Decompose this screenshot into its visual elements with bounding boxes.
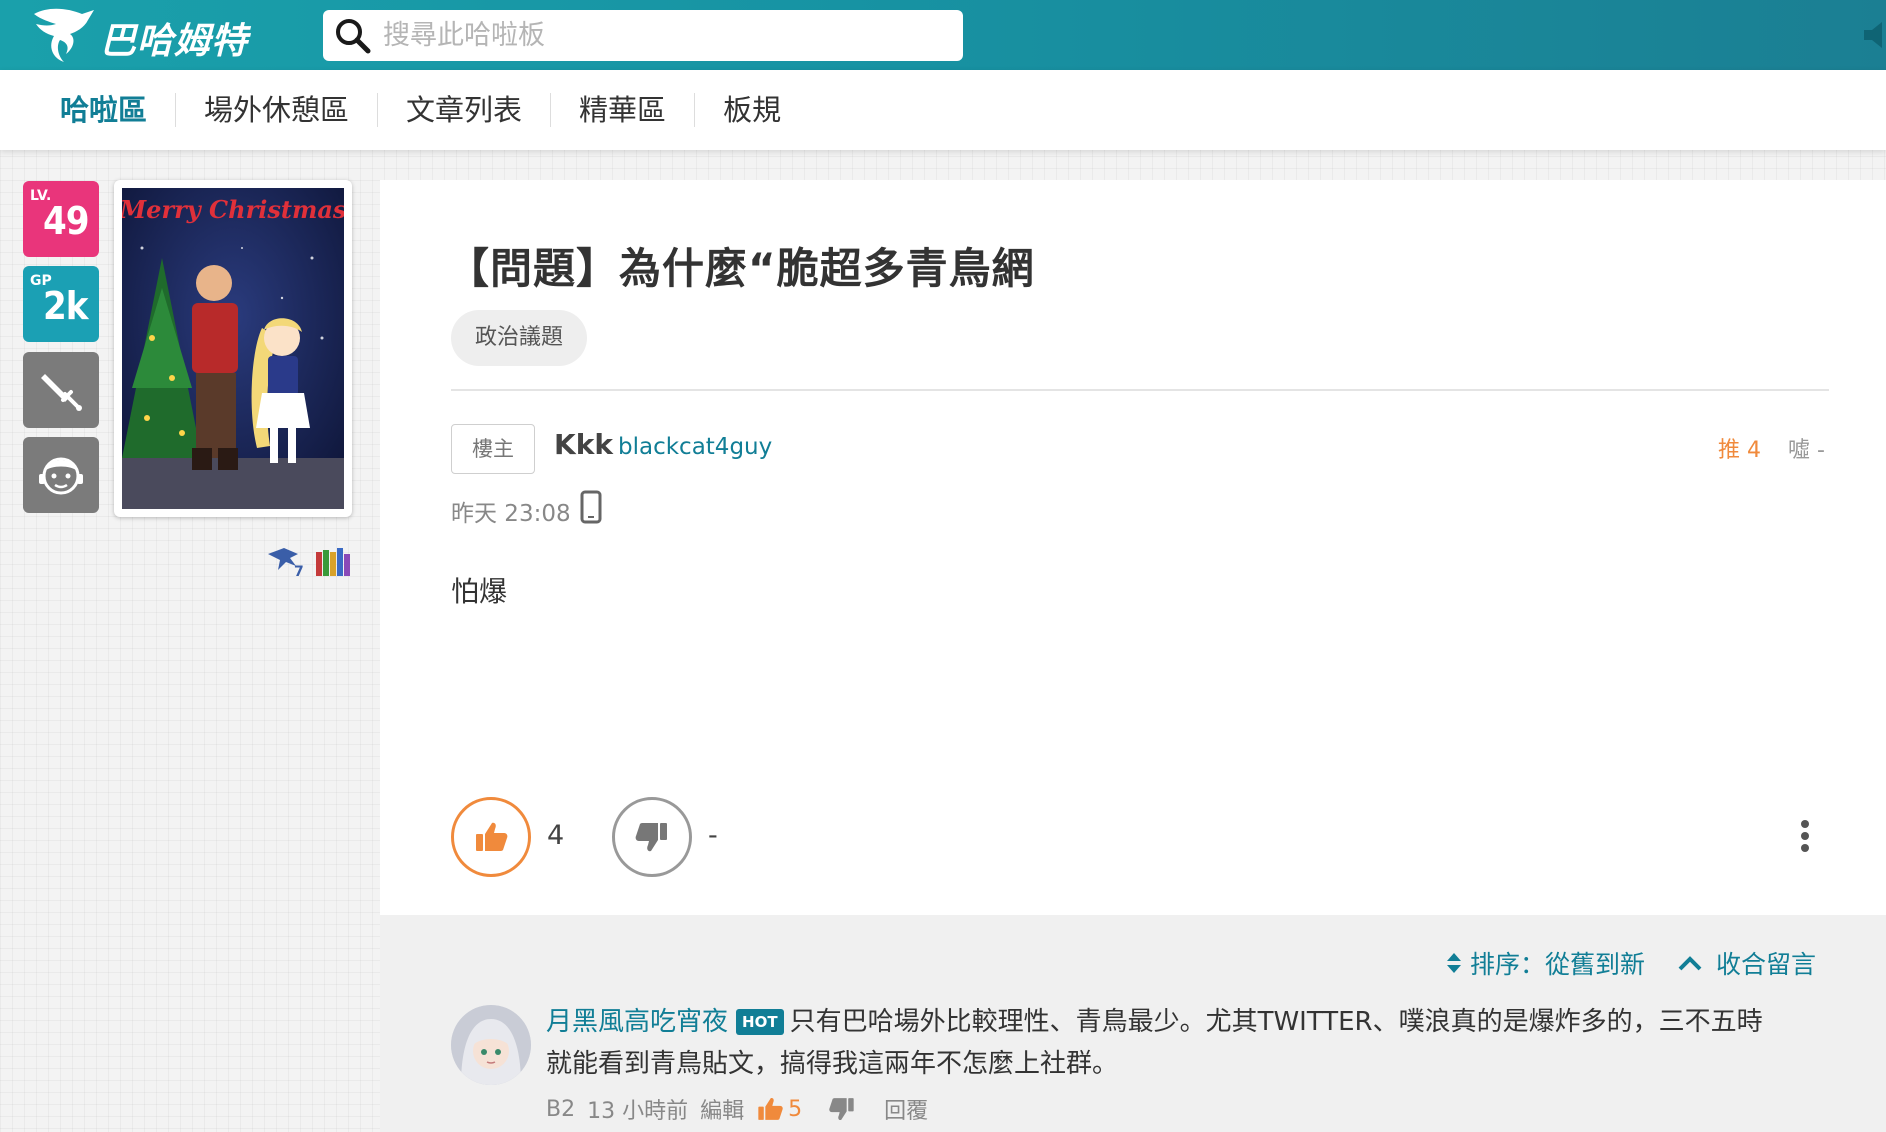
hot-badge: HOT <box>736 1009 784 1035</box>
christmas-avatar-image: Merry Christmas <box>122 188 344 509</box>
mobile-device-icon <box>580 490 602 524</box>
board-nav: 哈啦區 場外休憩區 文章列表 精華區 板規 <box>0 70 1886 150</box>
author-name[interactable]: Kkk <box>554 428 613 461</box>
gp-value: 2k <box>43 284 89 328</box>
search-bar[interactable] <box>323 10 963 61</box>
floor-owner-badge: 樓主 <box>451 424 535 474</box>
nav-tab-featured[interactable]: 精華區 <box>551 93 696 127</box>
post-time: 昨天 23:08 <box>451 501 571 527</box>
post-body: 怕爆 <box>451 575 508 608</box>
sort-toggle[interactable]: 排序：從舊到新 <box>1446 945 1645 981</box>
bp-count: - <box>708 820 718 851</box>
level-value: 49 <box>43 199 90 243</box>
comment-section: 排序：從舊到新 收合留言 月黑風高吃宵夜 HOT 只有巴哈場外比較理性、青鳥最少。尤… <box>380 915 1886 1132</box>
comment-content: 月黑風高吃宵夜 HOT 只有巴哈場外比較理性、青鳥最少。尤其TWITTER、噗浪真的… <box>546 1001 1786 1085</box>
logo-text: 巴哈姆特 <box>100 21 249 62</box>
comment-avatar[interactable] <box>451 1005 531 1085</box>
gp-button[interactable] <box>451 797 531 877</box>
thumbs-down-icon <box>635 823 667 852</box>
search-input[interactable] <box>383 20 943 51</box>
comment-gp-count: 5 <box>788 1096 803 1122</box>
sword-icon <box>41 374 82 411</box>
search-icon[interactable] <box>331 14 375 58</box>
comment-time: 13 小時前 <box>587 1099 689 1124</box>
author-id[interactable]: blackcat4guy <box>618 434 772 460</box>
boo-stat: 噓 - <box>1788 438 1825 463</box>
nav-tab-chat-area[interactable]: 哈啦區 <box>32 93 177 127</box>
post-tag[interactable]: 政治議題 <box>451 310 588 366</box>
comment-thumbs-down-icon[interactable] <box>828 1095 856 1123</box>
face-icon <box>39 457 83 495</box>
commenter-avatar-image <box>451 1005 531 1085</box>
comment-edit-link[interactable]: 編輯 <box>700 1093 744 1125</box>
avatar-banner-text: Merry Christmas <box>122 195 344 224</box>
nav-tab-lounge[interactable]: 場外休憩區 <box>176 93 379 127</box>
top-bar: 巴哈姆特 <box>0 0 1886 70</box>
user-avatar-card[interactable]: Merry Christmas <box>114 180 352 517</box>
bp-button[interactable] <box>612 797 692 877</box>
thumbs-up-icon <box>476 822 508 851</box>
post-divider <box>451 389 1829 391</box>
sort-label: 排序：從舊到新 <box>1470 950 1646 979</box>
nav-tab-article-list[interactable]: 文章列表 <box>378 93 552 127</box>
speaker-icon[interactable] <box>1860 18 1886 52</box>
comment-meta: B2 13 小時前 編輯 5 回覆 <box>546 1093 940 1125</box>
comment-reply-link[interactable]: 回覆 <box>884 1093 928 1125</box>
comment-thumbs-up-icon[interactable] <box>756 1095 784 1123</box>
chevron-up-icon <box>1678 956 1702 971</box>
achievement-icons[interactable]: 7 <box>264 540 354 580</box>
gp-badge[interactable]: GP 2k <box>23 266 99 342</box>
dragon-logo-icon <box>34 8 94 63</box>
svg-text:7: 7 <box>294 564 304 580</box>
post-title: 【問題】為什麼“脆超多青鳥網 <box>447 244 1035 293</box>
push-stat: 推 4 <box>1718 438 1761 463</box>
collapse-comments-button[interactable]: 收合留言 <box>1678 945 1816 981</box>
comment-text: 只有巴哈場外比較理性、青鳥最少。尤其TWITTER、噗浪真的是爆炸多的，三不五時… <box>546 1007 1763 1079</box>
level-badge[interactable]: LV. 49 <box>23 181 99 257</box>
post-card: 【問題】為什麼“脆超多青鳥網 政治議題 樓主 Kkk blackcat4guy … <box>380 180 1886 915</box>
nav-tab-rules[interactable]: 板規 <box>695 93 809 127</box>
comment-username[interactable]: 月黑風高吃宵夜 <box>546 1007 728 1037</box>
race-badge[interactable] <box>23 437 99 513</box>
comment-floor: B2 <box>546 1096 576 1122</box>
gp-count: 4 <box>547 820 565 851</box>
sort-icon <box>1447 953 1461 973</box>
collapse-label: 收合留言 <box>1716 950 1817 979</box>
more-options-icon[interactable] <box>1795 816 1815 856</box>
job-badge[interactable] <box>23 352 99 428</box>
bahamut-logo[interactable]: 巴哈姆特 <box>30 4 280 66</box>
